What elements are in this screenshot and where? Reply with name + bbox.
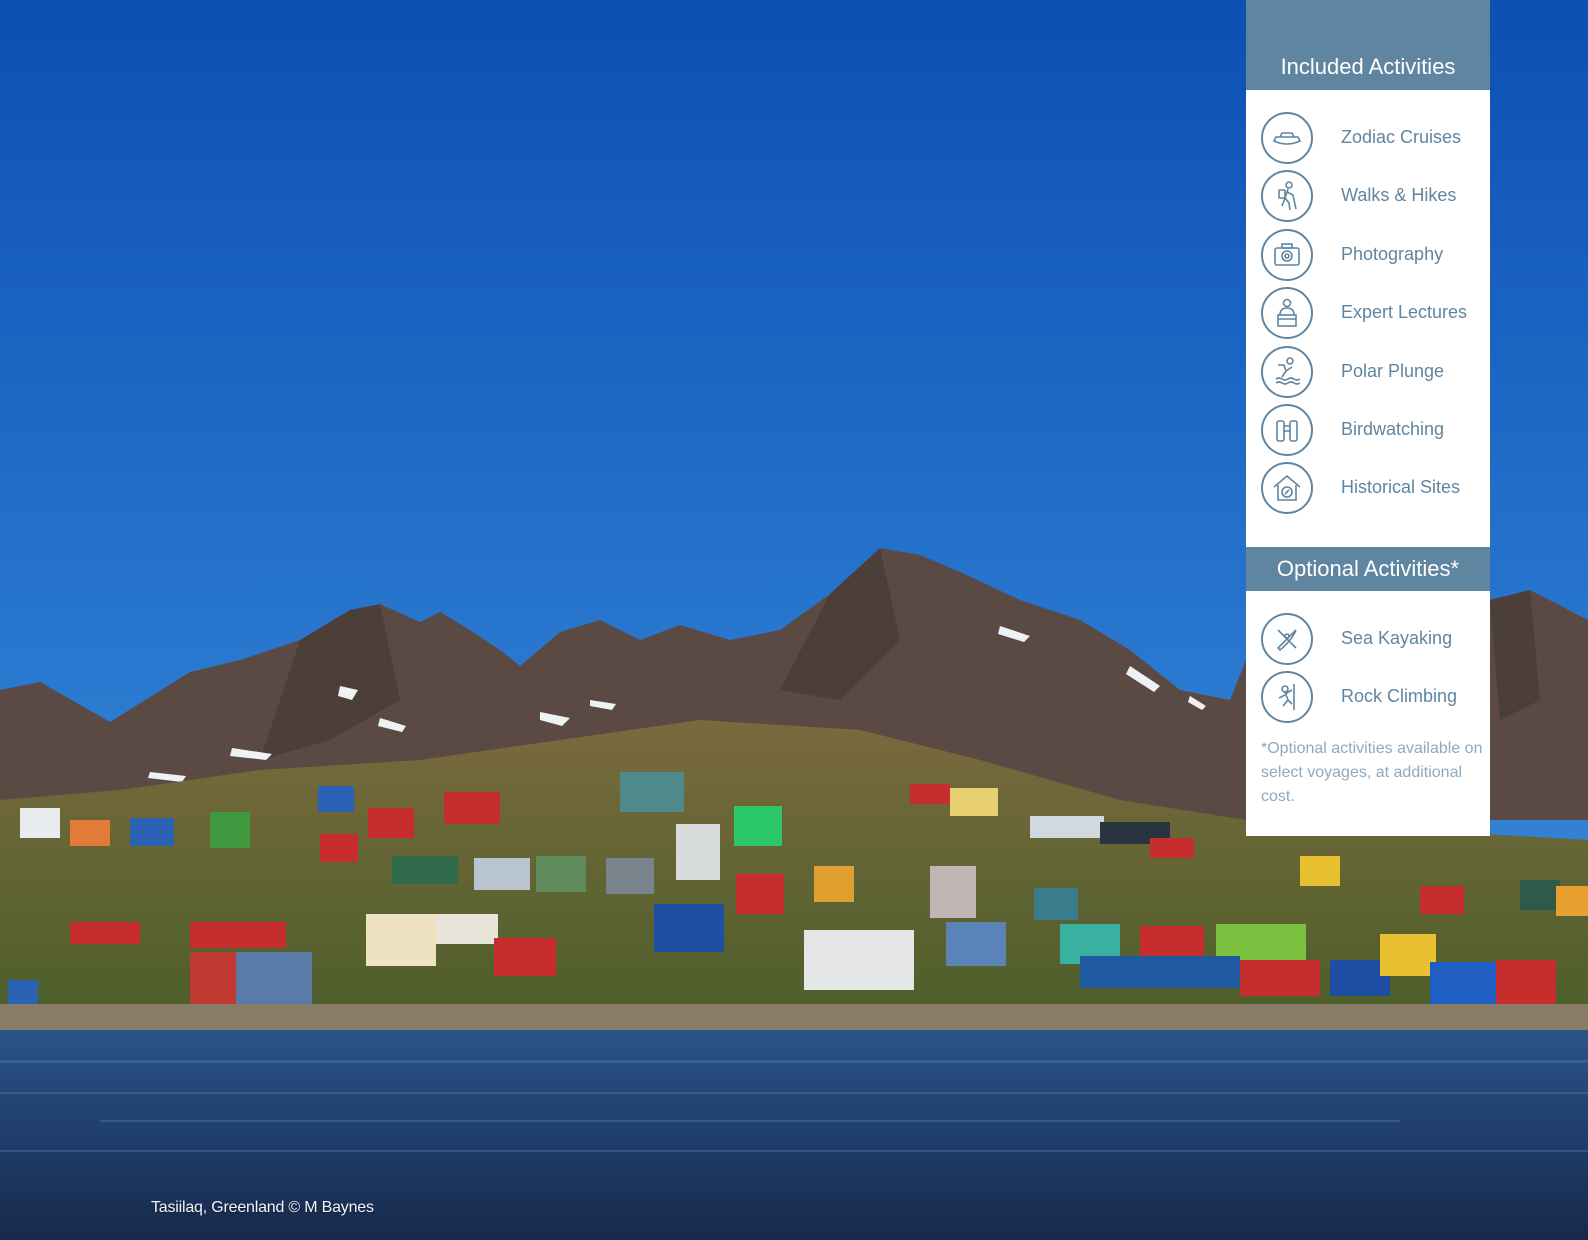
list-item-photography: Photography [1246,227,1490,285]
list-item-polar-plunge: Polar Plunge [1246,344,1490,402]
list-item-zodiac-cruises: Zodiac Cruises [1246,110,1490,168]
climber-icon [1261,671,1313,724]
binoculars-icon [1261,403,1313,456]
camera-icon [1261,228,1313,281]
list-item-sea-kayaking: Sea Kayaking [1246,611,1490,669]
list-item-rock-climbing: Rock Climbing [1246,669,1490,727]
list-item-historical-sites: Historical Sites [1246,460,1490,518]
item-label: Walks & Hikes [1341,185,1457,206]
item-label: Sea Kayaking [1341,628,1453,648]
activities-panel: Included Activities Zodiac Cruises Walks… [1246,0,1490,836]
historic-house-icon [1261,462,1313,515]
hiker-icon [1261,170,1313,223]
item-label: Photography [1341,243,1444,264]
kayak-icon [1261,613,1313,665]
lecturer-icon [1261,287,1313,340]
list-item-birdwatching: Birdwatching [1246,402,1490,460]
list-item-walks-hikes: Walks & Hikes [1246,168,1490,226]
item-label: Birdwatching [1341,418,1445,439]
list-item-expert-lectures: Expert Lectures [1246,285,1490,343]
item-label: Historical Sites [1341,477,1461,498]
item-label: Rock Climbing [1341,686,1458,707]
included-activities-heading: Included Activities [1246,0,1490,90]
optional-activities-list: Sea Kayaking Rock Climbing [1246,611,1490,728]
plunge-swimmer-icon [1261,345,1313,398]
item-label: Expert Lectures [1341,302,1468,323]
item-label: Polar Plunge [1341,360,1445,381]
item-label: Zodiac Cruises [1341,127,1462,147]
optional-activities-heading: Optional Activities* [1246,547,1490,591]
photo-caption: Tasiilaq, Greenland © M Baynes [151,1199,374,1216]
optional-footnote: *Optional activities available on select… [1261,740,1483,805]
zodiac-boat-icon [1261,112,1313,164]
included-activities-list: Zodiac Cruises Walks & Hikes Photography… [1246,110,1490,519]
